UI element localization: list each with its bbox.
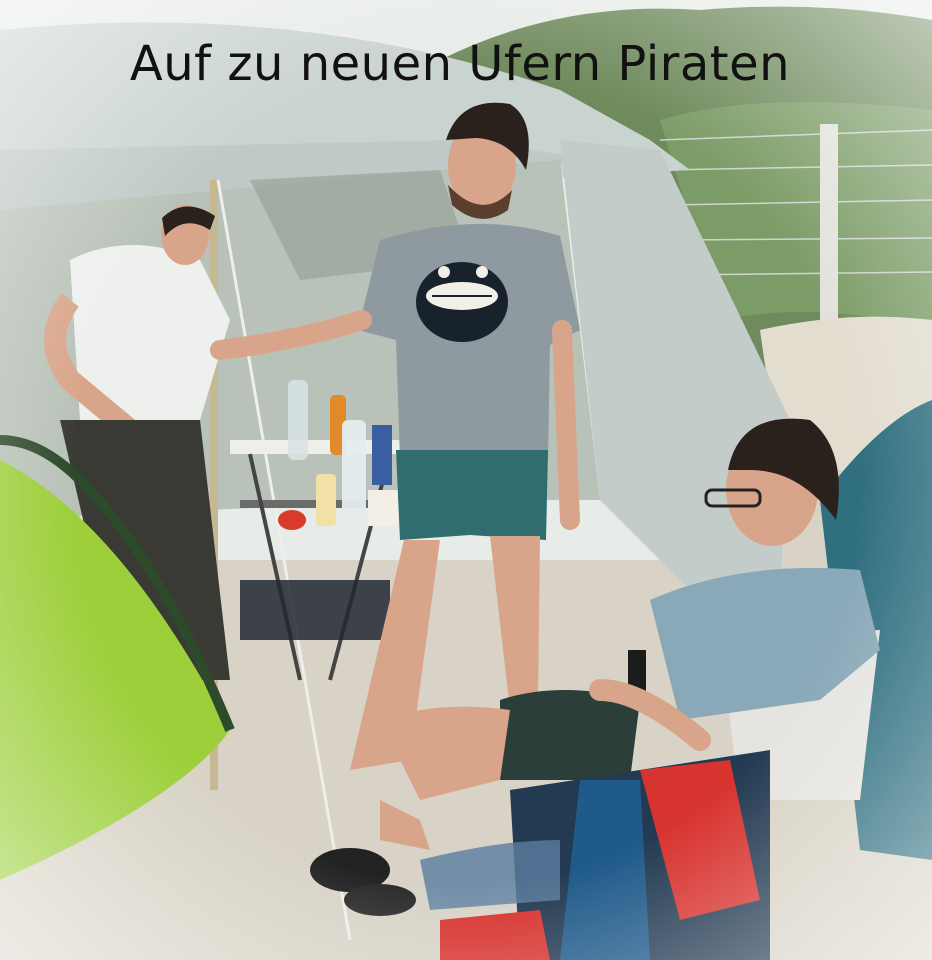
vignette-overlay — [0, 0, 932, 960]
photo-caption: Auf zu neuen Ufern Piraten — [0, 36, 932, 92]
caption-text: Auf zu neuen Ufern Piraten — [129, 36, 791, 92]
photo-scene — [0, 0, 932, 960]
